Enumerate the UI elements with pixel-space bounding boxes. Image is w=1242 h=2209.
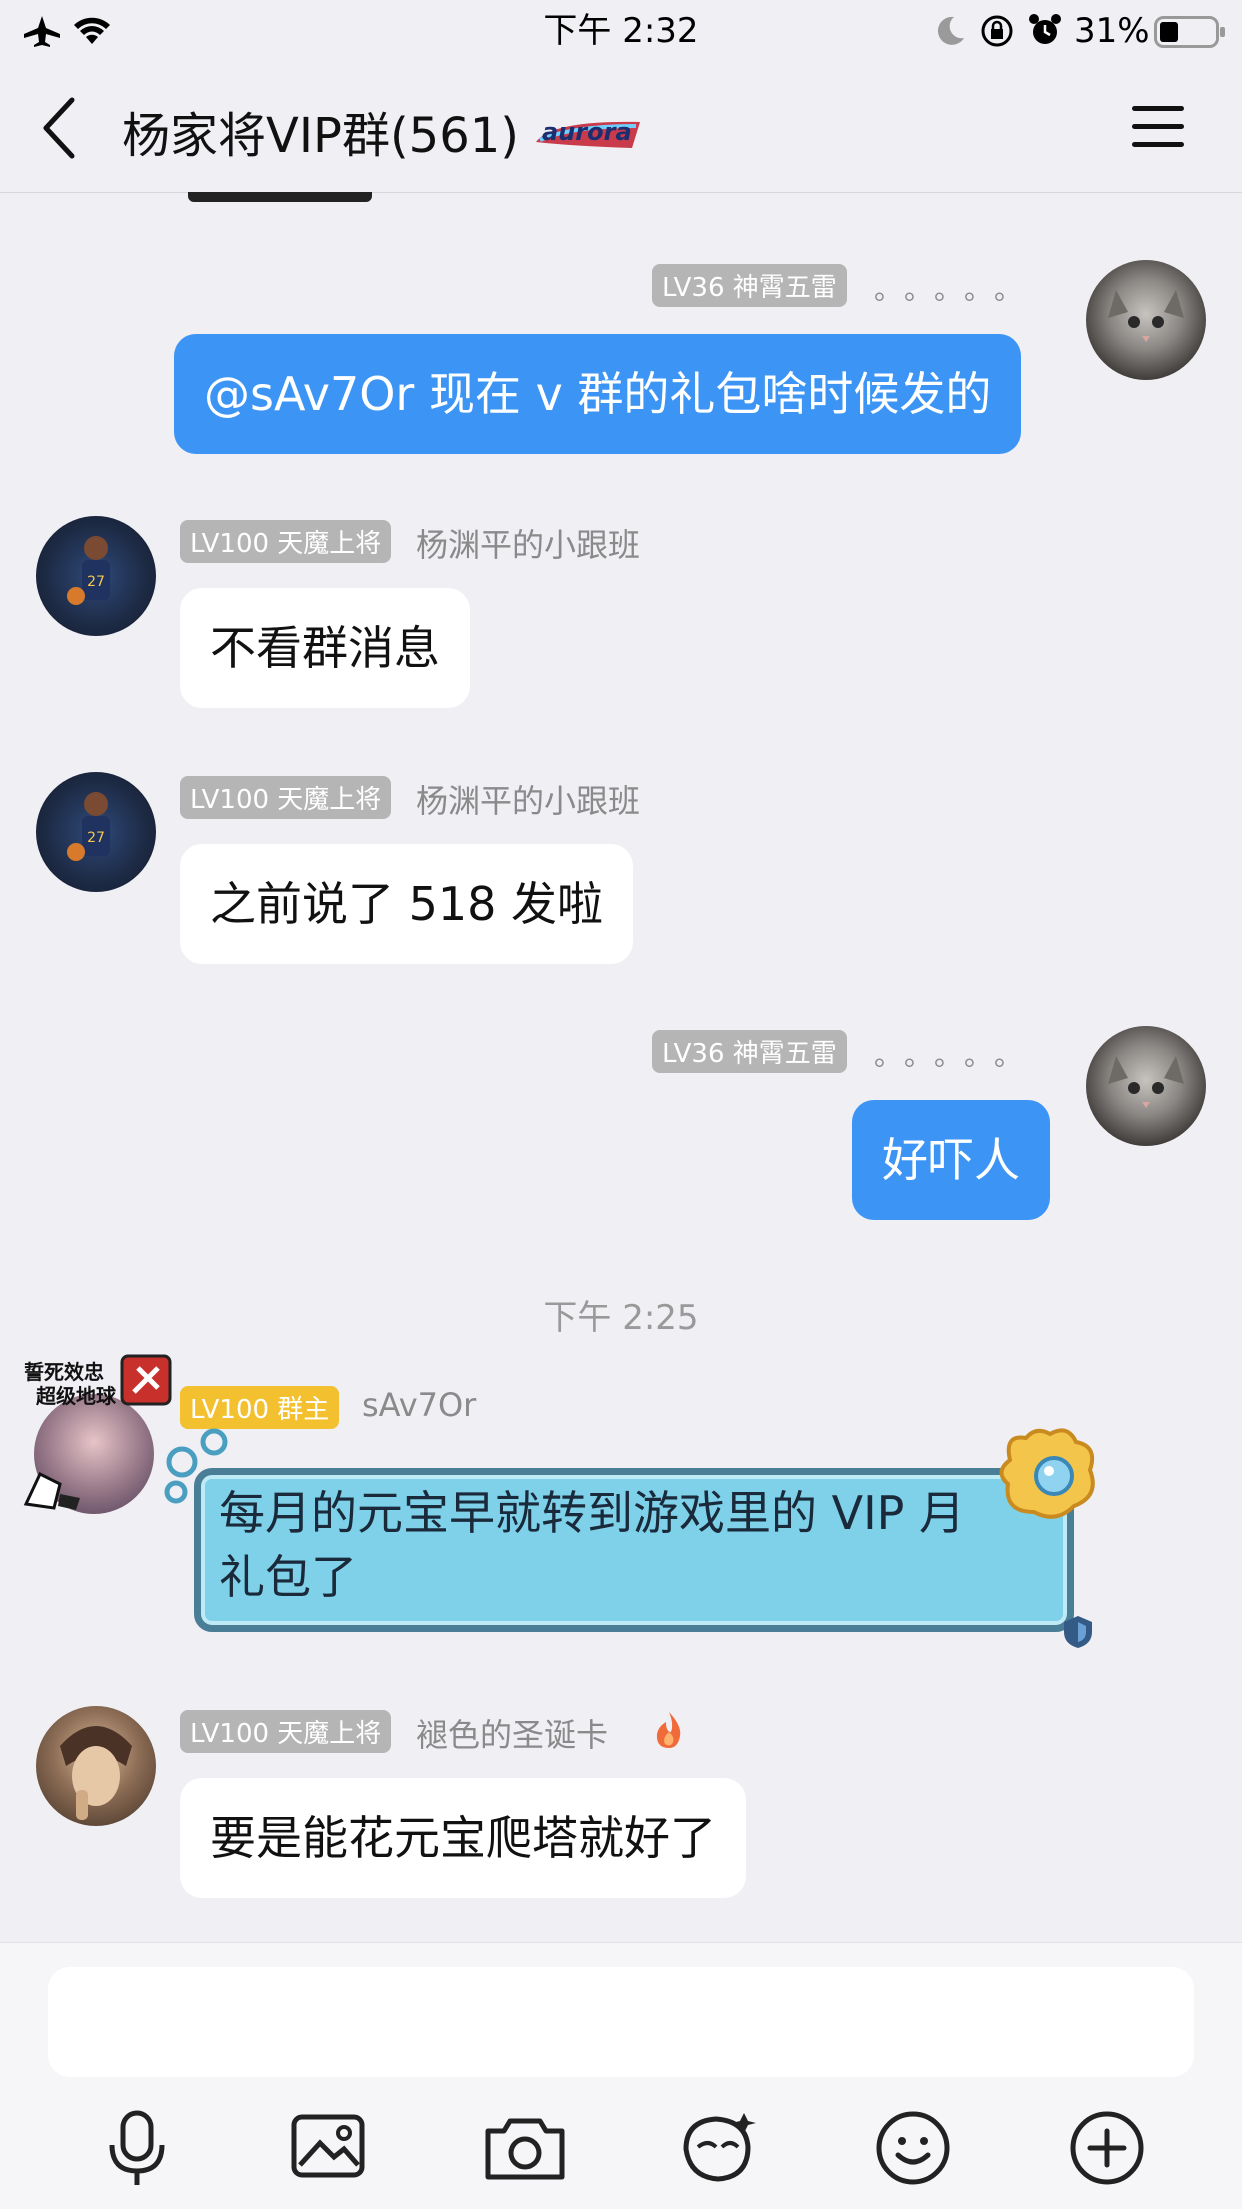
avatar-kitten[interactable] [1086,260,1206,380]
sender-name[interactable]: 杨渊平的小跟班 [416,520,640,566]
message-bubble-decorated[interactable]: 每月的元宝早就转到游戏里的 VIP 月 礼包了 [194,1468,1074,1632]
message-text-line: 礼包了 [219,1550,357,1604]
flame-icon [656,1712,681,1748]
battery-percent: 31% [1074,11,1150,51]
sender-name[interactable]: 褪色的圣诞卡 [416,1710,608,1756]
airplane-icon [24,16,60,47]
kitten-image [1108,1056,1184,1108]
bubble-deco-bubbles-icon [164,1428,228,1504]
status-time: 下午 2:32 [543,11,699,51]
aurora-badge: aurora [532,112,644,154]
avatar-kitten[interactable] [1086,1026,1206,1146]
sticker-face-icon[interactable] [674,2103,764,2193]
message-row: 27 LV100 天魔上将 杨渊平的小跟班 不看群消息 [0,514,1242,714]
anime-man-image [60,1726,132,1820]
level-badge: LV100 天魔上将 [180,520,392,563]
sender-name: 。。。。。 [874,1039,1039,1072]
sender-name[interactable]: sAv7Or [362,1386,476,1424]
timestamp: 下午 2:25 [543,1298,699,1338]
level-badge: LV36 神霄五雷 [652,1030,847,1073]
message-bubble[interactable]: 好吓人 [852,1100,1050,1220]
avatar-frame-badge-line2: 超级地球 [36,1384,116,1408]
message-input[interactable] [48,1967,1194,2077]
battery-icon [1154,16,1225,48]
message-row: LV36 神霄五雷 。。。。。 好吓人 [0,1024,1242,1224]
message-bubble[interactable]: 之前说了 518 发啦 [180,844,634,964]
message-row: LV36 神霄五雷 。。。。。 @sAv7Or 现在 v 群的礼包啥时候发的 [0,258,1242,468]
sender-name: 。。。。。 [874,273,1039,306]
hand-sticker-icon [23,1471,80,1510]
player-image: 27 [67,536,110,605]
message-text-line: 每月的元宝早就转到游戏里的 VIP 月 [219,1486,966,1540]
shield-deco-icon [1064,1616,1092,1648]
message-row: 27 LV100 天魔上将 杨渊平的小跟班 之前说了 518 发啦 [0,770,1242,970]
cropped-image-message[interactable] [188,192,372,202]
svg-text:27: 27 [87,574,105,590]
camera-icon[interactable] [480,2103,570,2193]
avatar-frame[interactable]: 誓死效忠 超级地球 [20,1350,172,1514]
svg-text:27: 27 [87,830,105,846]
plus-circle-icon[interactable] [1062,2103,1152,2193]
status-bar: 下午 2:32 31% [0,0,1242,62]
alarm-icon [1029,14,1061,44]
avatar-anime-man[interactable] [36,1706,156,1826]
moon-icon [937,16,964,45]
menu-icon[interactable] [1130,102,1186,152]
avatar-basketball-player[interactable]: 27 [36,516,156,636]
microphone-icon[interactable] [92,2103,182,2193]
message-row: 誓死效忠 超级地球 LV100 群主 sAv7Or 每月的元宝早就转到游戏里的 … [0,1350,1242,1650]
player-image: 27 [67,792,110,861]
message-row: LV100 天魔上将 褪色的圣诞卡 要是能花元宝爬塔就好了 [0,1704,1242,1904]
message-bubble[interactable]: 要是能花元宝爬塔就好了 [180,1778,746,1898]
kitten-image [1108,290,1184,342]
level-badge: LV36 神霄五雷 [652,264,847,307]
level-badge: LV100 天魔上将 [180,1710,392,1753]
avatar-basketball-player[interactable]: 27 [36,772,156,892]
message-bubble[interactable]: 不看群消息 [180,588,470,708]
paw-bubble-icon [999,1428,1095,1519]
wifi-icon [74,17,110,44]
message-bubble[interactable]: @sAv7Or 现在 v 群的礼包啥时候发的 [174,334,1022,454]
rotation-lock-icon [981,15,1013,47]
input-bar [0,1942,1242,2209]
sender-name[interactable]: 杨渊平的小跟班 [416,776,640,822]
back-arrow-icon[interactable] [38,96,82,160]
page-title: 杨家将VIP群(561) [122,108,520,164]
emblem-icon [120,1354,172,1406]
nav-bar: 杨家将VIP群(561) aurora [0,62,1242,193]
emoji-icon[interactable] [868,2103,958,2193]
image-icon[interactable] [286,2103,376,2193]
owner-badge: LV100 群主 [180,1386,340,1429]
level-badge: LV100 天魔上将 [180,776,392,819]
aurora-badge-text: aurora [542,118,632,146]
